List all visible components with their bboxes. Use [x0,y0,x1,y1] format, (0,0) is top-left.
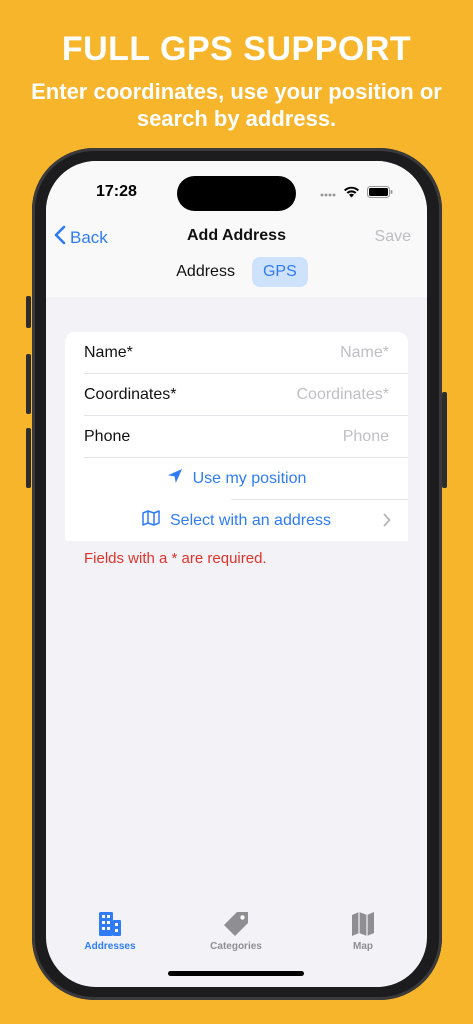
save-button[interactable]: Save [375,228,411,246]
volume-down-button [26,428,31,488]
promo-headline: FULL GPS SUPPORT [61,30,412,68]
tab-categories[interactable]: Categories [191,911,281,952]
phone-label: Phone [84,427,131,445]
form-card: Name* Name* Coordinates* Coordinates* Ph… [65,332,408,541]
phone-input[interactable]: Phone [343,428,389,446]
volume-up-button [26,354,31,414]
dynamic-island [177,176,296,211]
map-icon [318,911,408,937]
building-icon [65,911,155,937]
required-note: Fields with a * are required. [84,550,267,567]
tab-addresses[interactable]: Addresses [65,911,155,952]
tag-icon [191,911,281,937]
tab-addresses-label: Addresses [84,941,136,952]
tab-map-label: Map [353,941,373,952]
battery-icon [367,185,393,203]
coordinates-input[interactable]: Coordinates* [297,386,390,404]
name-input[interactable]: Name* [340,344,389,362]
segment-address[interactable]: Address [165,257,246,287]
navigation-bar: 17:28 Back Add Address Save Address GPS [46,161,427,297]
home-indicator [168,971,304,976]
wifi-icon [343,185,360,203]
coordinates-label: Coordinates* [84,385,177,403]
tab-map[interactable]: Map [318,911,408,952]
use-position-button[interactable]: Use my position [65,458,408,499]
location-arrow-icon [167,468,183,489]
app-screen: 17:28 Back Add Address Save Address GPS [46,161,427,987]
page-title: Add Address [187,227,286,244]
name-field[interactable]: Name* Name* [65,332,408,373]
segmented-control: Address GPS [46,257,427,287]
map-icon [142,510,160,531]
use-position-label: Use my position [192,469,307,487]
power-button [442,392,447,488]
name-label: Name* [84,343,133,361]
segment-gps[interactable]: GPS [251,257,308,287]
status-time: 17:28 [96,183,137,200]
chevron-right-icon [383,513,391,532]
phone-field[interactable]: Phone Phone [65,416,408,457]
mute-switch [26,296,31,328]
cellular-icon [320,185,336,203]
promo-subline: Enter coordinates, use your position or … [31,79,442,131]
select-address-label: Select with an address [170,511,331,529]
coordinates-field[interactable]: Coordinates* Coordinates* [65,374,408,415]
tab-categories-label: Categories [210,941,262,952]
status-icons [320,185,393,203]
select-address-button[interactable]: Select with an address [65,500,408,541]
